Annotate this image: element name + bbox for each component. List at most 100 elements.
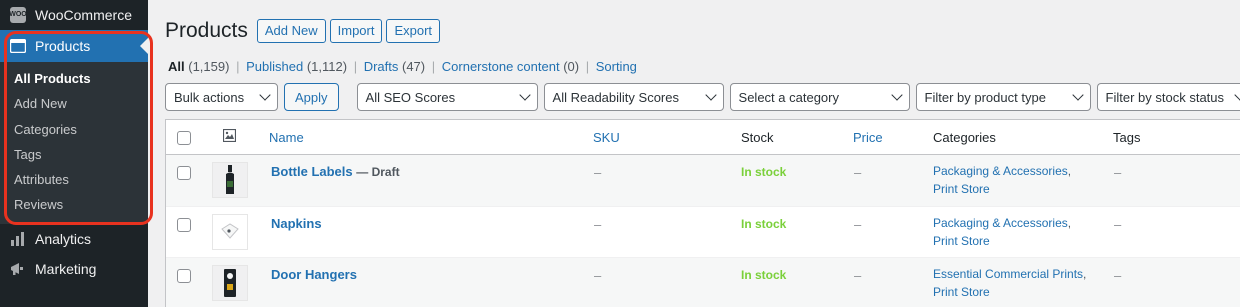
- stock-status: In stock: [741, 165, 787, 179]
- row-checkbox[interactable]: [177, 166, 191, 180]
- chevron-down-icon: [259, 89, 271, 101]
- menu-products[interactable]: Products: [0, 30, 148, 62]
- sku-value: –: [594, 268, 602, 283]
- comma: ,: [1083, 267, 1087, 281]
- page-title: Products: [165, 19, 248, 42]
- categories-cell: Essential Commercial Prints, Print Store: [933, 265, 1086, 301]
- table-row: Door Hangers – In stock – Essential Comm…: [166, 258, 1240, 307]
- stock-status-value: Filter by stock status: [1105, 89, 1225, 105]
- column-name[interactable]: Name: [269, 130, 304, 145]
- submenu-categories[interactable]: Categories: [0, 117, 148, 142]
- column-categories: Categories: [933, 130, 996, 145]
- bar-chart-icon: [10, 231, 26, 247]
- chevron-down-icon: [890, 89, 903, 101]
- product-thumbnail[interactable]: [212, 265, 248, 301]
- view-drafts-count: (47): [402, 59, 426, 74]
- table-row: Napkins – In stock – Packaging & Accesso…: [166, 207, 1240, 258]
- sku-value: –: [594, 216, 602, 232]
- column-price[interactable]: Price: [853, 130, 883, 145]
- door-hanger-icon: [224, 269, 236, 297]
- view-filters: All (1,159) | Published (1,112) | Drafts…: [168, 59, 637, 74]
- add-new-button[interactable]: Add New: [256, 19, 326, 43]
- megaphone-icon: [10, 261, 26, 277]
- product-type-value: Filter by product type: [924, 89, 1046, 105]
- chevron-down-icon: [704, 89, 717, 101]
- import-button[interactable]: Import: [329, 19, 383, 43]
- row-checkbox[interactable]: [177, 217, 191, 232]
- category-value: Select a category: [738, 89, 839, 105]
- stock-status-select[interactable]: Filter by stock status: [1096, 83, 1240, 111]
- bulk-actions-value: Bulk actions: [174, 89, 245, 105]
- price-value: –: [854, 268, 862, 283]
- submenu-reviews[interactable]: Reviews: [0, 192, 148, 217]
- napkin-icon: [221, 222, 239, 239]
- category-link[interactable]: Essential Commercial Prints: [933, 267, 1083, 281]
- product-type-select[interactable]: Filter by product type: [915, 83, 1091, 111]
- view-published[interactable]: Published: [246, 59, 303, 74]
- products-icon: [10, 38, 26, 54]
- menu-analytics-label: Analytics: [35, 230, 92, 247]
- tablenav-filters: Bulk actions Apply All SEO Scores All Re…: [165, 83, 1240, 111]
- product-name-cell: Door Hangers: [271, 267, 357, 282]
- select-all-checkbox[interactable]: [177, 131, 191, 145]
- view-sorting[interactable]: Sorting: [596, 59, 637, 74]
- menu-woocommerce-label: WooCommerce: [35, 7, 132, 23]
- separator: |: [431, 59, 436, 74]
- seo-score-select[interactable]: All SEO Scores: [356, 83, 538, 111]
- category-link[interactable]: Packaging & Accessories: [933, 164, 1068, 178]
- stock-status: In stock: [741, 268, 787, 282]
- price-value: –: [854, 216, 862, 232]
- submenu-attributes[interactable]: Attributes: [0, 167, 148, 192]
- submenu-tags[interactable]: Tags: [0, 142, 148, 167]
- export-button[interactable]: Export: [386, 19, 441, 43]
- table-header: Name SKU Stock Price Categories Tags: [166, 120, 1240, 155]
- view-all-count: (1,159): [188, 59, 230, 74]
- category-link[interactable]: Print Store: [933, 234, 990, 248]
- submenu-add-new[interactable]: Add New: [0, 91, 148, 116]
- category-link[interactable]: Print Store: [933, 285, 990, 299]
- product-thumbnail[interactable]: [212, 213, 248, 250]
- apply-button[interactable]: Apply: [284, 83, 339, 111]
- chevron-down-icon: [1233, 89, 1240, 101]
- categories-cell: Packaging & Accessories, Print Store: [933, 162, 1071, 198]
- view-published-count: (1,112): [306, 59, 348, 74]
- product-thumbnail[interactable]: [212, 162, 248, 198]
- products-table: Name SKU Stock Price Categories Tags Bot…: [165, 119, 1240, 307]
- column-sku[interactable]: SKU: [593, 130, 620, 145]
- readability-value: All Readability Scores: [552, 89, 679, 105]
- chevron-down-icon: [1071, 89, 1084, 101]
- comma: ,: [1067, 164, 1072, 178]
- categories-cell: Packaging & Accessories, Print Store: [933, 214, 1071, 250]
- sku-value: –: [594, 165, 602, 180]
- category-link[interactable]: Packaging & Accessories: [933, 216, 1068, 230]
- bottle-icon: [226, 165, 234, 194]
- product-name-link[interactable]: Napkins: [271, 216, 322, 231]
- view-all[interactable]: All: [168, 59, 185, 74]
- products-submenu: All Products Add New Categories Tags Att…: [0, 62, 148, 224]
- menu-marketing[interactable]: Marketing: [0, 254, 148, 284]
- view-drafts[interactable]: Drafts: [364, 59, 399, 74]
- comma: ,: [1067, 215, 1072, 230]
- readability-select[interactable]: All Readability Scores: [543, 83, 724, 111]
- main-content: Products Add New Import Export All (1,15…: [148, 0, 1240, 307]
- page-header: Products Add New Import Export: [165, 19, 444, 43]
- tags-value: –: [1114, 165, 1122, 180]
- menu-woocommerce[interactable]: WOO WooCommerce: [0, 0, 148, 30]
- category-select[interactable]: Select a category: [729, 83, 910, 111]
- woocommerce-icon: WOO: [9, 7, 27, 23]
- menu-marketing-label: Marketing: [35, 260, 97, 277]
- stock-status: In stock: [741, 216, 787, 231]
- separator: |: [585, 59, 590, 74]
- row-checkbox[interactable]: [177, 269, 191, 283]
- category-link[interactable]: Print Store: [933, 182, 990, 196]
- bulk-actions-select[interactable]: Bulk actions: [165, 83, 278, 111]
- submenu-all-products[interactable]: All Products: [0, 66, 148, 91]
- product-name-link[interactable]: Door Hangers: [271, 267, 357, 282]
- product-name-link[interactable]: Bottle Labels: [271, 164, 353, 179]
- menu-analytics[interactable]: Analytics: [0, 224, 148, 254]
- chevron-down-icon: [518, 89, 531, 101]
- view-cornerstone[interactable]: Cornerstone content: [442, 59, 560, 74]
- table-row: Bottle Labels — Draft – In stock – Packa…: [166, 155, 1240, 207]
- view-cornerstone-count: (0): [563, 59, 580, 74]
- menu-products-label: Products: [35, 38, 91, 54]
